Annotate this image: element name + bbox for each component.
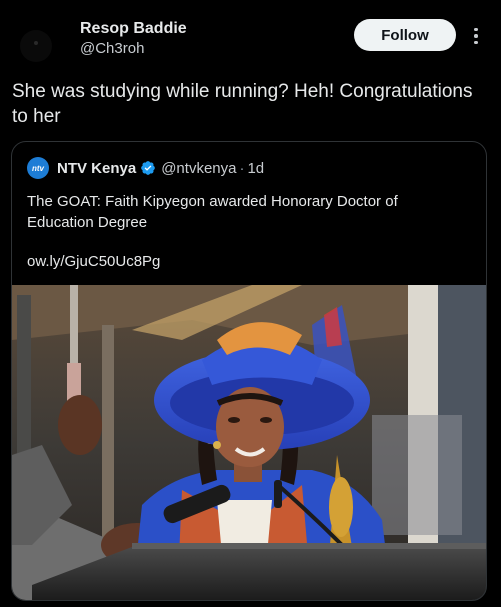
verified-badge-icon — [141, 161, 156, 175]
author-name[interactable]: Resop Baddie — [80, 20, 187, 38]
more-dot — [474, 27, 478, 32]
follow-button[interactable]: Follow — [354, 19, 456, 51]
ntv-logo-icon[interactable]: ntv — [27, 157, 49, 179]
quoted-link[interactable]: ow.ly/GjuC50Uc8Pg — [27, 253, 160, 270]
more-dot — [474, 40, 478, 45]
quoted-author-name[interactable]: NTV Kenya — [57, 160, 136, 177]
separator-dot: · — [239, 159, 245, 177]
quoted-timestamp[interactable]: 1d — [247, 160, 264, 177]
quoted-text: The GOAT: Faith Kipyegon awarded Honorar… — [27, 193, 398, 231]
quoted-photo[interactable] — [12, 285, 486, 600]
more-icon[interactable] — [466, 22, 486, 50]
tweet-text: She was studying while running? Heh! Con… — [12, 81, 473, 127]
avatar[interactable] — [20, 30, 52, 62]
quoted-tweet-header: ntv NTV Kenya @ntvkenya · 1d — [27, 157, 264, 179]
quoted-tweet[interactable]: ntv NTV Kenya @ntvkenya · 1d The GOAT: F… — [11, 141, 487, 601]
tweet-header: Resop Baddie @Ch3roh Follow — [0, 0, 501, 72]
quoted-author-handle[interactable]: @ntvkenya — [161, 160, 236, 177]
author-handle[interactable]: @Ch3roh — [80, 40, 144, 57]
more-dot — [474, 34, 478, 38]
photo-illustration — [12, 285, 486, 600]
